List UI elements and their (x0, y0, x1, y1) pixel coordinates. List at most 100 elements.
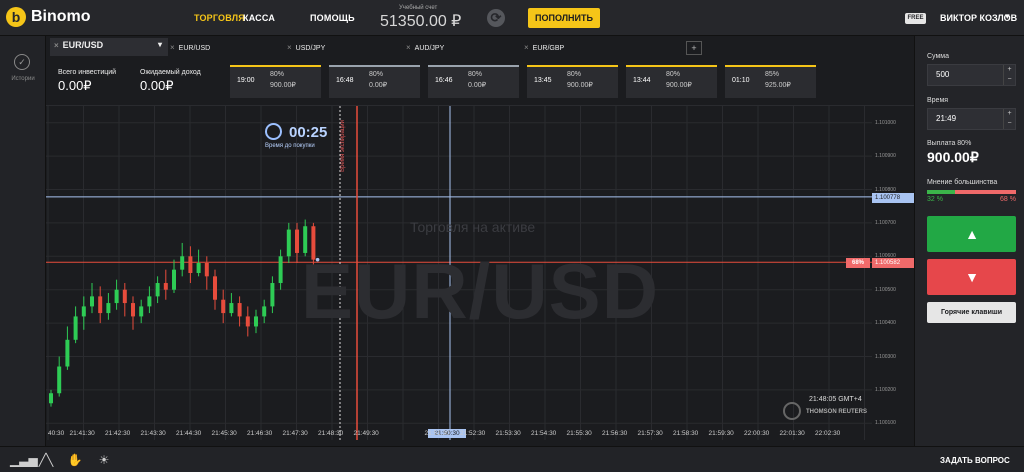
chart-down-icon: ▼ (965, 269, 979, 285)
close-icon[interactable]: × (287, 43, 292, 52)
reuters-logo-icon (783, 402, 801, 420)
x-tick-label: 22:00:30 (744, 430, 770, 437)
y-tick-label: 1.100400 (875, 320, 896, 327)
x-tick-label: 21:47:30 (282, 430, 308, 437)
close-icon[interactable]: × (524, 43, 529, 52)
refresh-icon[interactable]: ⟳ (487, 9, 505, 27)
history-icon[interactable]: ✓ (14, 54, 30, 70)
amount-field[interactable]: 500 + − (927, 64, 1016, 86)
close-icon[interactable]: × (170, 43, 175, 52)
tab-eur-usd[interactable]: × EUR/USD (170, 39, 210, 56)
deal-time: 13:45 (534, 77, 552, 84)
tab-eur-gbp[interactable]: × EUR/GBP (524, 39, 564, 56)
x-tick-label: 21:42:30 (105, 430, 131, 437)
add-tab-button[interactable]: + (686, 41, 702, 55)
nav-help[interactable]: ПОМОЩЬ (310, 13, 355, 23)
left-sidebar: ✓ Истории (0, 36, 46, 446)
deal-card[interactable]: 01:10 85% 925.00₽ (725, 65, 816, 98)
price-chart[interactable]: Торговля на активе EUR/USD 00:25 Время д… (46, 106, 914, 440)
candle-body (196, 262, 201, 273)
deal-amount: 900.00₽ (270, 82, 296, 89)
amount-value: 500 (936, 70, 950, 79)
logo-text: Binomo (31, 8, 91, 25)
ask-question-button[interactable]: ЗАДАТЬ ВОПРОС (940, 456, 1010, 465)
purchase-timer-label: Время до покупки (265, 143, 315, 149)
candle-body (122, 289, 127, 304)
tab-label: AUD/JPY (414, 45, 445, 52)
deal-card[interactable]: 16:46 80% 0.00₽ (428, 65, 519, 98)
deal-card[interactable]: 16:48 80% 0.00₽ (329, 65, 420, 98)
sentiment-down: 68 % (1000, 196, 1016, 203)
drawing-tools-icon[interactable]: ✋ (66, 452, 84, 468)
candle-body (81, 306, 86, 317)
deal-amount: 0.00₽ (468, 82, 487, 89)
tab-eur-usd-active[interactable]: × EUR/USD ▾ (50, 38, 168, 56)
chevron-down-icon[interactable]: ▾ (1005, 11, 1010, 22)
tab-label: EUR/GBP (532, 45, 565, 52)
expected-income-value: 0.00₽ (140, 78, 174, 93)
nav-trade[interactable]: ТОРГОВЛЯ (194, 13, 245, 23)
candle-body (98, 296, 103, 314)
deposit-button[interactable]: ПОПОЛНИТЬ (528, 8, 600, 28)
deal-card[interactable]: 19:00 80% 900.00₽ (230, 65, 321, 98)
candle-body (139, 306, 144, 317)
x-tick-label: 21:58:30 (673, 430, 699, 437)
buy-up-button[interactable]: ▲ (927, 216, 1016, 252)
time-value: 21:49 (936, 114, 957, 123)
sentiment-bar (927, 190, 1016, 194)
trade-panel: Сумма 500 + − Время 21:49 + − Выплата 80… (914, 36, 1024, 446)
time-label: Время (927, 97, 949, 104)
data-source: THOMSON REUTERS (806, 409, 868, 415)
candle-body (278, 256, 283, 284)
indicators-icon[interactable]: ╱╲ (37, 452, 55, 468)
candle-body (213, 276, 217, 300)
deal-pct: 85% (765, 71, 780, 78)
time-stepper[interactable]: + − (1003, 109, 1015, 129)
deal-time: 16:46 (435, 77, 453, 84)
candle-body (270, 283, 275, 307)
buy-down-button[interactable]: ▼ (927, 259, 1016, 295)
logo[interactable]: b Binomo (6, 7, 91, 27)
nav-cash[interactable]: КАССА (243, 13, 275, 23)
y-tick-label: 1.101000 (875, 119, 896, 126)
candle-body (163, 283, 168, 290)
x-tick-label: 21:46:30 (247, 430, 273, 437)
deal-amount: 900.00₽ (567, 82, 593, 89)
deal-card[interactable]: 13:45 80% 900.00₽ (527, 65, 618, 98)
total-invest-label: Всего инвестиций (58, 69, 117, 76)
time-field[interactable]: 21:49 + − (927, 108, 1016, 130)
x-tick-label: 21:56:30 (602, 430, 628, 437)
deal-amount: 900.00₽ (666, 82, 692, 89)
history-label[interactable]: Истории (0, 76, 46, 82)
candle-body (131, 303, 135, 317)
amount-stepper[interactable]: + − (1003, 65, 1015, 85)
y-tick-label: 1.100800 (875, 186, 896, 193)
deal-pct: 80% (369, 71, 384, 78)
tab-usd-jpy[interactable]: × USD/JPY (287, 39, 325, 56)
strike-price-tag: 1.100582 (872, 258, 914, 268)
deal-card[interactable]: 13:44 80% 900.00₽ (626, 65, 717, 98)
chart-type-icon[interactable]: ▁▃▅ (10, 452, 38, 468)
deals-bar: Всего инвестиций 0.00₽ Ожидаемый доход 0… (46, 58, 914, 106)
tab-aud-jpy[interactable]: × AUD/JPY (406, 39, 444, 56)
hotkeys-button[interactable]: Горячие клавиши (927, 302, 1016, 323)
close-icon[interactable]: × (406, 43, 411, 52)
clock-icon (265, 123, 282, 140)
chart-up-icon: ▲ (965, 226, 979, 242)
deal-pct: 80% (468, 71, 483, 78)
chevron-down-icon[interactable]: ▾ (158, 40, 162, 49)
deal-time: 13:44 (633, 77, 651, 84)
deal-time: 16:48 (336, 77, 354, 84)
candle-body (237, 303, 242, 317)
theme-icon[interactable]: ☀ (95, 452, 113, 468)
watermark-subtitle: Торговля на активе (410, 219, 536, 235)
x-axis: 21:50:30 40:30 21:41:30 21:42:30 21:43:30 21… (46, 426, 914, 440)
candle-body (49, 393, 53, 404)
candle-body (90, 296, 94, 307)
deal-time: 01:10 (732, 77, 750, 84)
close-icon[interactable]: × (54, 41, 59, 50)
balance[interactable]: 51350.00 ₽ (380, 11, 461, 31)
x-tick-label: 21:48:30 (318, 430, 344, 437)
payout-value: 900.00₽ (927, 149, 979, 165)
x-tick-label: 21:54:30 (531, 430, 557, 437)
